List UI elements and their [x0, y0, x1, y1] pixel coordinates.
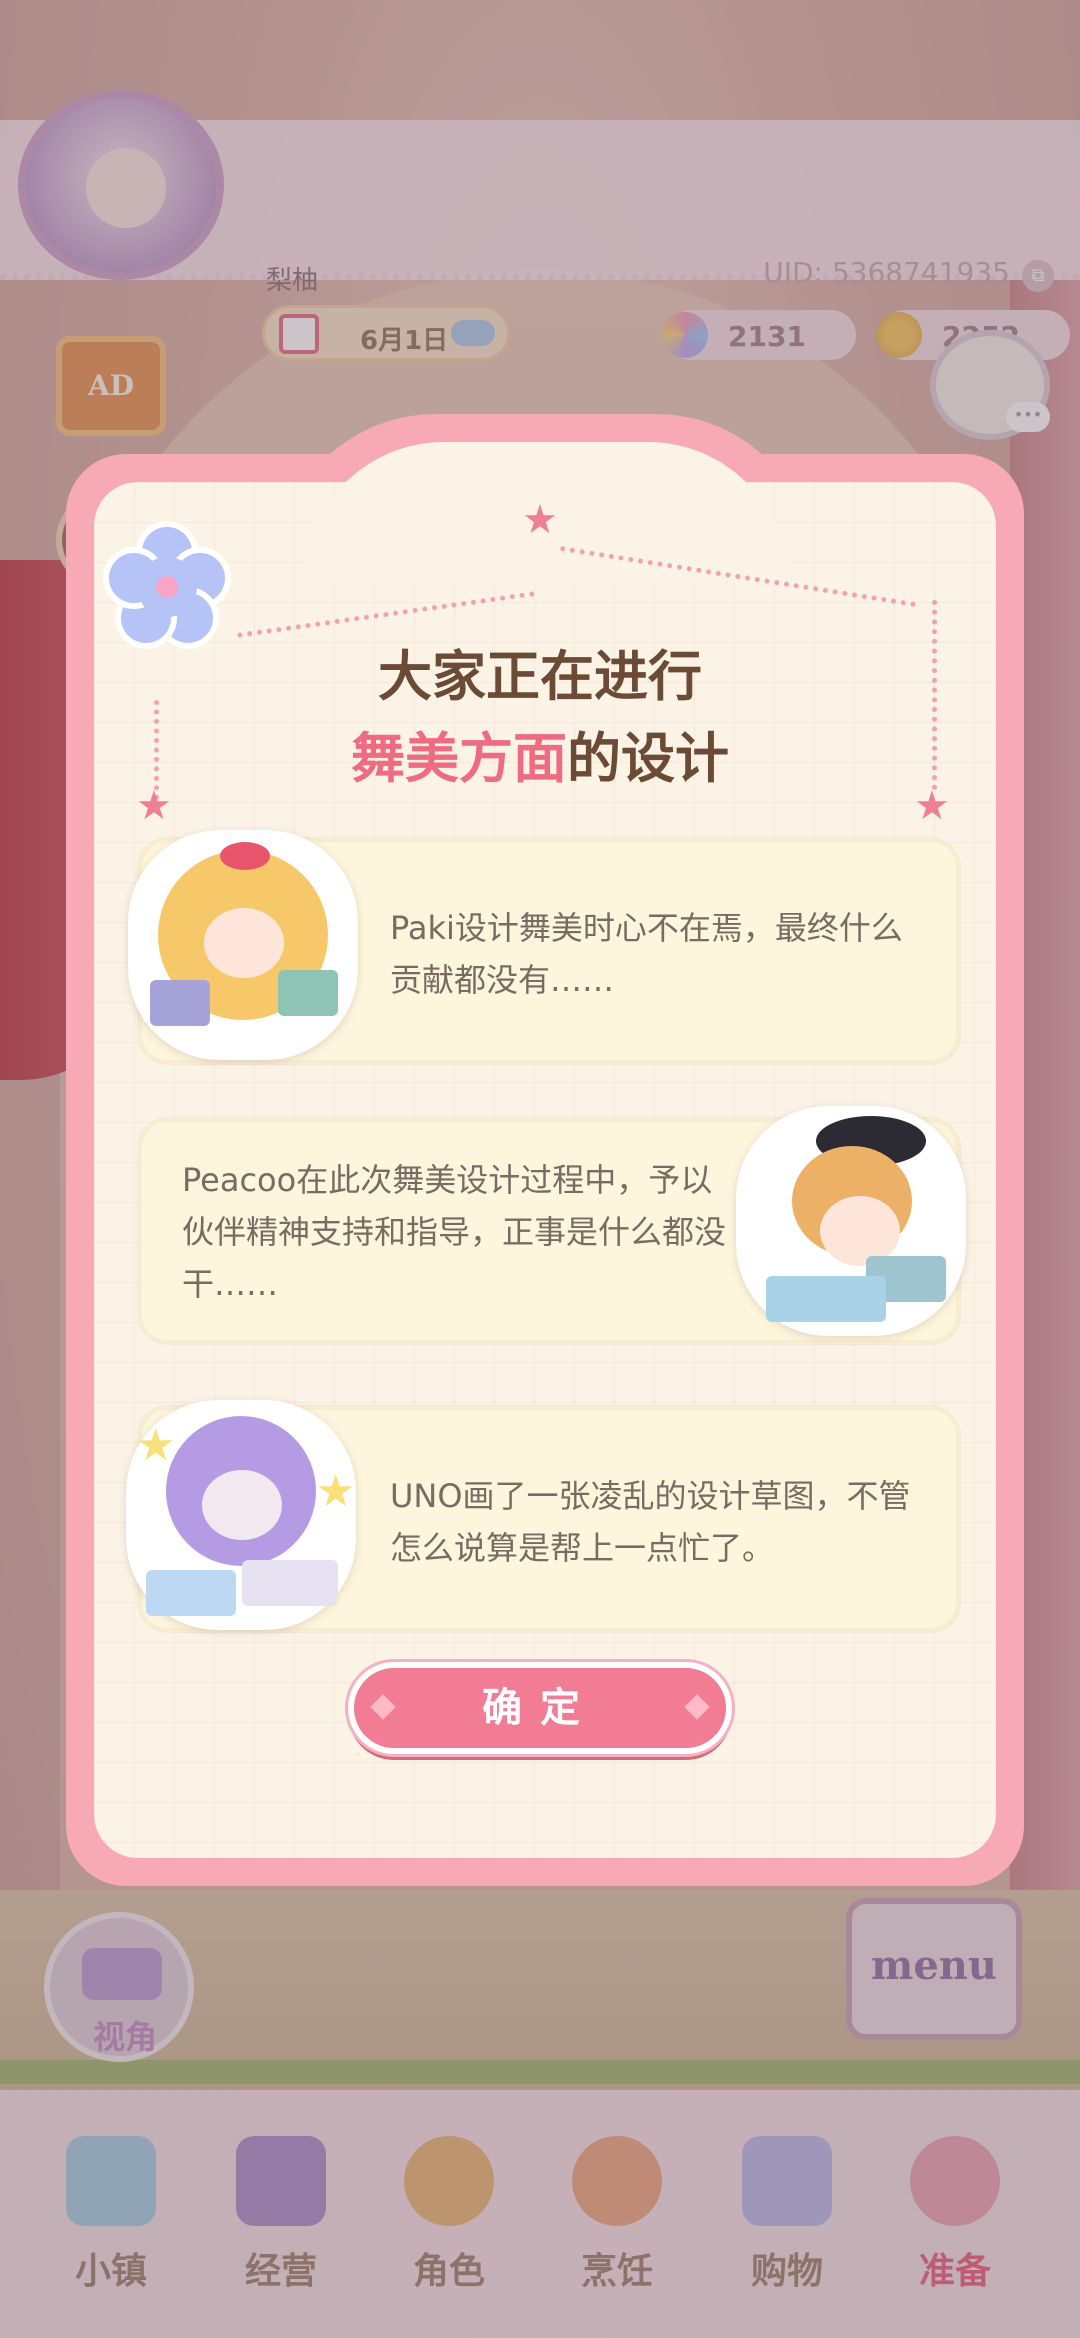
book-shape [242, 1560, 338, 1606]
desk-shape [766, 1276, 886, 1322]
dialog-title-line2: 舞美方面的设计 [0, 714, 1080, 793]
book-shape [150, 980, 210, 1026]
book-shape [278, 970, 338, 1016]
drawing-paper-shape [146, 1570, 236, 1616]
face-shape [204, 908, 284, 978]
card-text: Paki设计舞美时心不在焉，最终什么贡献都没有…… [390, 909, 903, 999]
uno-sticker: ★ ★ [126, 1400, 356, 1630]
title-highlight: 舞美方面 [351, 727, 567, 790]
diamond-deco-icon [684, 1694, 710, 1720]
bow-shape [220, 842, 270, 870]
paki-sticker [128, 830, 358, 1060]
confirm-label: 确定 [482, 1685, 598, 1731]
star-icon: ★ [136, 1420, 176, 1471]
confirm-button[interactable]: 确定 [348, 1662, 732, 1754]
card-text: UNO画了一张凌乱的设计草图，不管怎么说算是帮上一点忙了。 [390, 1477, 911, 1567]
star-icon: ★ [522, 497, 558, 543]
peacoo-sticker [736, 1106, 966, 1336]
blue-flower-icon [103, 521, 231, 649]
diamond-deco-icon [370, 1694, 396, 1720]
star-icon: ★ [316, 1466, 356, 1517]
face-shape [202, 1470, 282, 1540]
card-text: Peacoo在此次舞美设计过程中，予以伙伴精神支持和指导，正事是什么都没干…… [182, 1161, 727, 1303]
title-rest: 的设计 [567, 727, 729, 790]
